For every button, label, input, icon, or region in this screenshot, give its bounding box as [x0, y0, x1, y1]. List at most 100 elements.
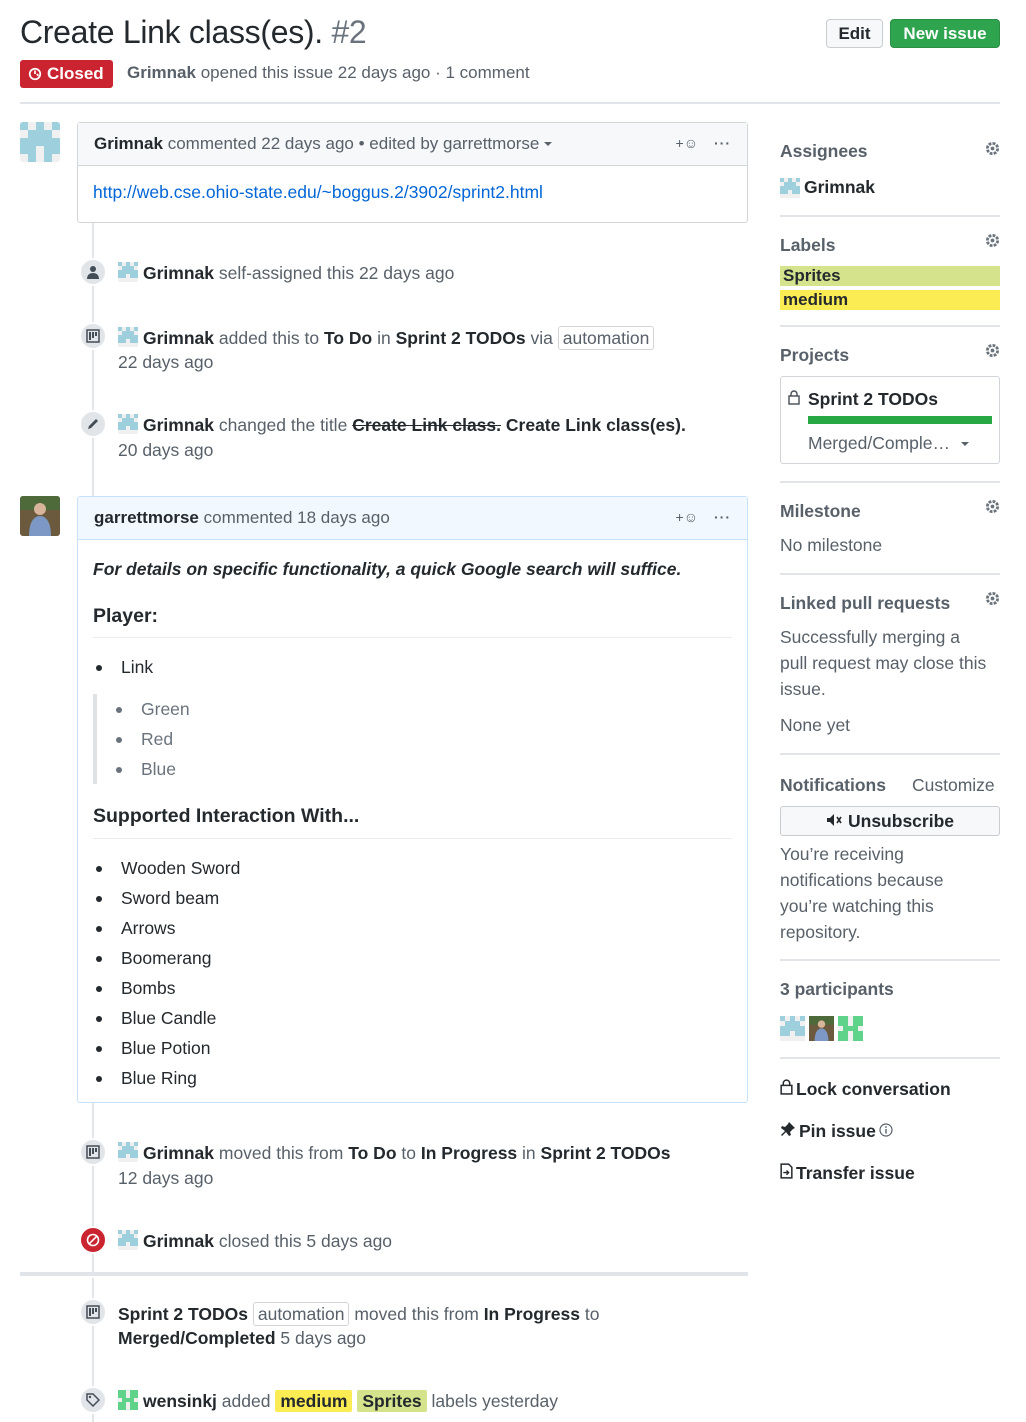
event-actor[interactable]: Grimnak [143, 263, 214, 283]
column-to: Merged/Completed [118, 1328, 276, 1348]
project-link[interactable]: Sprint 2 TODOs [541, 1143, 671, 1163]
list-item: Blue Candle [93, 1003, 732, 1033]
gear-icon[interactable] [985, 232, 1000, 253]
avatar-small-grimnak[interactable] [118, 327, 138, 347]
list-item: Bombs [93, 973, 732, 1003]
project-link[interactable]: Sprint 2 TODOs [118, 1304, 248, 1324]
list-item: Blue Ring [93, 1063, 732, 1093]
add-reaction-icon[interactable]: +☺ [676, 135, 698, 151]
comment-header: garrettmorse commented 18 days ago +☺ ··… [78, 497, 747, 540]
participant-avatar-grimnak[interactable] [780, 1016, 805, 1046]
heading-interactions: Supported Interaction With... [93, 802, 732, 839]
lock-icon [788, 389, 800, 410]
gear-icon[interactable] [985, 590, 1000, 611]
more-options-icon[interactable]: ··· [714, 509, 731, 525]
event-time[interactable]: 20 days ago [118, 440, 213, 461]
assignee-entry[interactable]: Grimnak [780, 177, 875, 198]
event-automation-line2: Merged/Completed 5 days ago [118, 1328, 366, 1349]
avatar-garrettmorse[interactable] [20, 496, 60, 536]
new-issue-button[interactable]: New issue [890, 19, 1000, 48]
avatar-small-wensinkj[interactable] [118, 1390, 138, 1410]
labels-title[interactable]: Labels [780, 235, 835, 256]
comment-author[interactable]: Grimnak [94, 134, 163, 154]
event-actor[interactable]: Grimnak [143, 1143, 214, 1163]
event-actor[interactable]: Grimnak [143, 328, 214, 348]
transfer-icon [780, 1163, 793, 1184]
list-item: Green [113, 694, 732, 724]
milestone-title[interactable]: Milestone [780, 501, 861, 522]
column-from: In Progress [483, 1304, 580, 1324]
project-column-select[interactable]: Merged/Comple… [808, 433, 969, 454]
list-item: Wooden Sword [93, 853, 732, 883]
event-text-part: to [401, 1143, 416, 1163]
project-icon [79, 1298, 107, 1326]
avatar-small-grimnak[interactable] [118, 1230, 138, 1250]
pencil-icon [79, 410, 107, 438]
add-reaction-icon[interactable]: +☺ [676, 509, 698, 525]
edit-button[interactable]: Edit [826, 19, 883, 48]
event-actor[interactable]: Grimnak [143, 415, 214, 435]
participant-avatar-garrettmorse[interactable] [809, 1016, 834, 1046]
unsubscribe-button[interactable]: Unsubscribe [780, 806, 1000, 836]
automation-badge: automation [252, 1302, 350, 1326]
sidebar-divider [780, 325, 1000, 327]
list-item: Arrows [93, 913, 732, 943]
event-time[interactable]: 5 days ago [280, 1328, 366, 1348]
event-time[interactable]: 22 days ago [118, 352, 213, 373]
avatar-grimnak[interactable] [20, 122, 60, 162]
assignees-title[interactable]: Assignees [780, 141, 868, 162]
sidebar-label-sprites[interactable]: Sprites [780, 266, 1000, 286]
lock-conversation-link[interactable]: Lock conversation [780, 1079, 951, 1100]
player-list: Link [93, 652, 732, 682]
avatar-small-grimnak[interactable] [118, 1142, 138, 1162]
event-actor[interactable]: wensinkj [143, 1391, 217, 1411]
unsubscribe-label: Unsubscribe [848, 810, 954, 831]
pin-issue-link[interactable]: Pin issue [780, 1121, 893, 1142]
chevron-down-icon[interactable] [544, 142, 553, 146]
notification-reason: You’re receiving notifications because y… [780, 844, 944, 942]
automation-badge: automation [557, 326, 655, 350]
projects-title[interactable]: Projects [780, 345, 849, 366]
label-medium[interactable]: medium [275, 1390, 353, 1412]
avatar-small-grimnak[interactable] [118, 262, 138, 282]
linked-prs-desc: Successfully merging a pull request may … [780, 627, 987, 699]
gear-icon[interactable] [985, 140, 1000, 161]
project-link[interactable]: Sprint 2 TODOs [396, 328, 526, 348]
more-options-icon[interactable]: ··· [714, 135, 731, 151]
status-badge: Closed [20, 60, 113, 88]
heading-player: Player: [93, 602, 732, 639]
project-name[interactable]: Sprint 2 TODOs [808, 389, 938, 410]
comment-timestamp[interactable]: commented 22 days ago [168, 134, 354, 154]
event-text-part: changed the title [218, 415, 348, 435]
comment-author[interactable]: garrettmorse [94, 508, 199, 528]
issue-title-text: Create Link class(es). [20, 14, 323, 50]
pin-icon [780, 1121, 796, 1142]
lock-icon [780, 1079, 793, 1100]
edited-by[interactable]: • edited by garrettmorse [359, 134, 540, 154]
milestone-value: No milestone [780, 535, 883, 555]
issue-author-link[interactable]: Grimnak [127, 63, 196, 82]
customize-link[interactable]: Customize [912, 775, 995, 796]
gear-icon[interactable] [985, 498, 1000, 519]
event-labels-added: wensinkj added medium Sprites labels yes… [118, 1390, 558, 1412]
project-icon [79, 1138, 107, 1166]
sidebar-label-medium[interactable]: medium [780, 290, 1000, 310]
info-icon[interactable] [879, 1121, 893, 1142]
avatar-small-grimnak[interactable] [118, 414, 138, 434]
event-time[interactable]: 12 days ago [118, 1168, 213, 1189]
comment-timestamp[interactable]: commented 18 days ago [204, 508, 390, 528]
event-text-part: to [584, 1304, 600, 1324]
project-icon [79, 322, 107, 350]
project-column: To Do [323, 328, 373, 348]
label-sprites[interactable]: Sprites [357, 1390, 427, 1412]
sidebar-divider [780, 481, 1000, 483]
sprint-link[interactable]: http://web.cse.ohio-state.edu/~boggus.2/… [93, 182, 543, 202]
transfer-issue-link[interactable]: Transfer issue [780, 1163, 915, 1184]
participant-avatar-wensinkj[interactable] [838, 1016, 863, 1046]
linked-prs-none: None yet [780, 715, 851, 735]
pin-issue-label: Pin issue [799, 1121, 876, 1141]
gear-icon[interactable] [985, 342, 1000, 363]
sidebar-divider [780, 959, 1000, 961]
event-actor[interactable]: Grimnak [143, 1231, 214, 1251]
linked-prs-title[interactable]: Linked pull requests [780, 593, 950, 614]
